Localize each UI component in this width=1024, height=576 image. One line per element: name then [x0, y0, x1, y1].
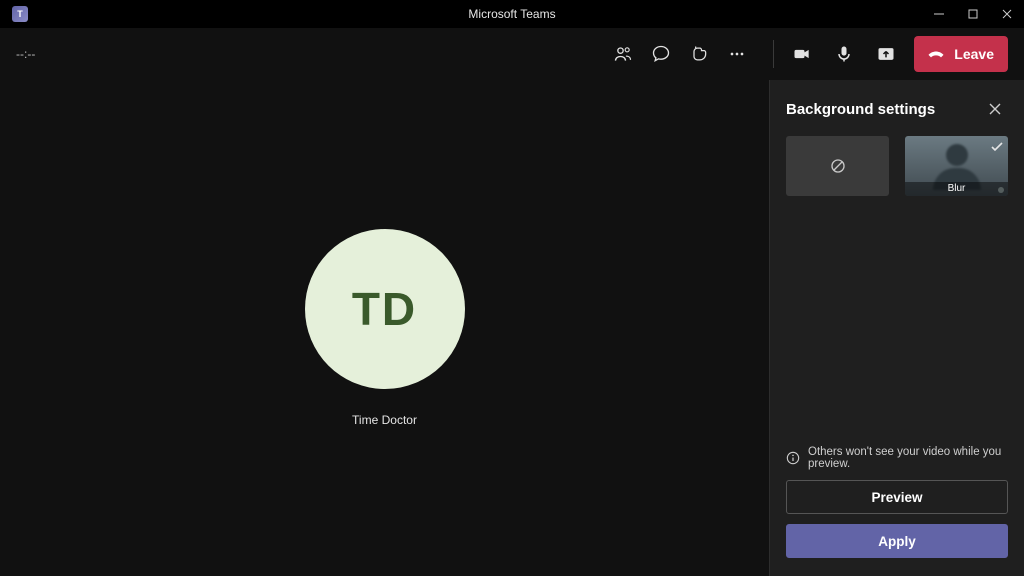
teams-app-icon: T [12, 6, 28, 22]
call-timer: --:-- [16, 47, 35, 61]
close-window-button[interactable] [990, 0, 1024, 28]
chat-button[interactable] [651, 44, 671, 64]
none-icon [829, 157, 847, 175]
close-icon [989, 103, 1001, 115]
info-icon [786, 451, 800, 465]
blur-preview-head [946, 144, 968, 166]
mic-button[interactable] [834, 44, 854, 64]
participants-icon [613, 44, 633, 64]
toolbar-separator [773, 40, 774, 68]
panel-close-button[interactable] [982, 96, 1008, 122]
apply-button[interactable]: Apply [786, 524, 1008, 558]
participant-avatar: TD [305, 229, 465, 389]
participants-button[interactable] [613, 44, 633, 64]
maximize-button[interactable] [956, 0, 990, 28]
preview-button[interactable]: Preview [786, 480, 1008, 514]
selected-check [990, 140, 1004, 154]
minimize-icon [934, 9, 944, 19]
window-controls [922, 0, 1024, 28]
camera-button[interactable] [792, 44, 812, 64]
video-stage: TD Time Doctor [0, 80, 769, 576]
window-title: Microsoft Teams [468, 7, 555, 21]
preview-notice: Others won't see your video while you pr… [786, 446, 1008, 470]
background-settings-panel: Background settings Blur [769, 80, 1024, 576]
leave-button[interactable]: Leave [914, 36, 1008, 72]
blur-label: Blur [905, 182, 1008, 196]
titlebar: T Microsoft Teams [0, 0, 1024, 28]
call-toolbar: --:-- [0, 28, 1024, 80]
participant-name: Time Doctor [352, 413, 417, 427]
minimize-button[interactable] [922, 0, 956, 28]
more-actions-button[interactable] [727, 44, 747, 64]
background-option-none[interactable] [786, 136, 889, 196]
reactions-icon [689, 44, 709, 64]
mic-icon [834, 44, 854, 64]
camera-icon [792, 44, 812, 64]
maximize-icon [968, 9, 978, 19]
more-icon [727, 44, 747, 64]
panel-title: Background settings [786, 101, 935, 118]
preview-notice-text: Others won't see your video while you pr… [808, 446, 1008, 470]
chat-icon [651, 44, 671, 64]
leave-label: Leave [954, 46, 994, 62]
reactions-button[interactable] [689, 44, 709, 64]
check-icon [990, 140, 1004, 154]
hang-up-icon [926, 44, 946, 64]
share-button[interactable] [876, 44, 896, 64]
background-option-blur[interactable]: Blur [905, 136, 1008, 196]
close-icon [1002, 9, 1012, 19]
share-screen-icon [876, 44, 896, 64]
